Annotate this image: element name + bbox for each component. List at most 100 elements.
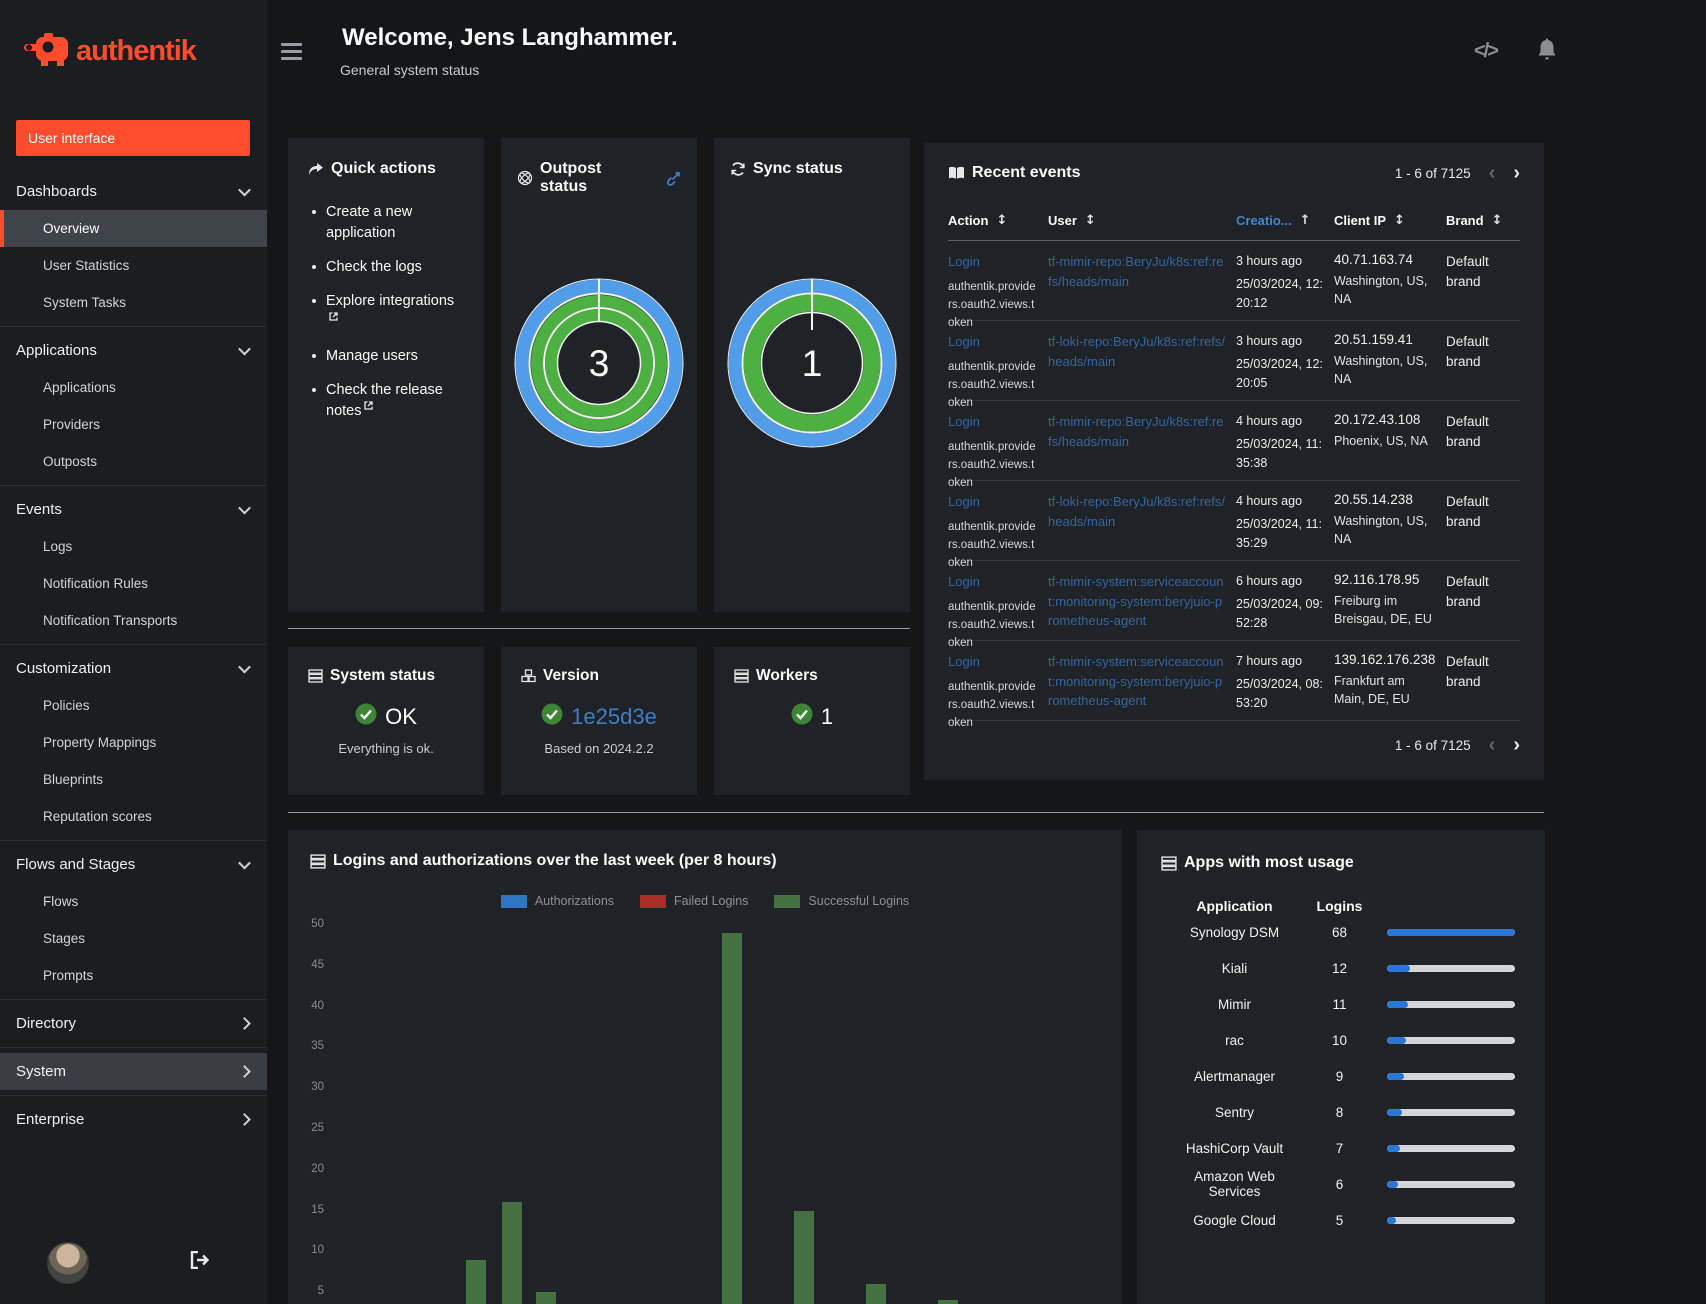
app-usage-row: Alertmanager 9 — [1161, 1058, 1521, 1094]
notifications-bell-icon[interactable] — [1536, 38, 1558, 67]
apps-table-body: Synology DSM 68 Kiali 12 Mimir 11 rac 10 Alertma… — [1161, 914, 1521, 1238]
event-user-link[interactable]: tf-mimir-system:serviceaccount:monitorin… — [1048, 574, 1224, 628]
column-header-creation[interactable]: Creatio... ↑ — [1236, 213, 1334, 228]
event-action-context: authentik.providers.oauth2.views.token — [948, 600, 1036, 650]
event-user-link[interactable]: tf-loki-repo:BeryJu/k8s:ref:refs/heads/m… — [1048, 334, 1225, 369]
workers-value: 1 — [820, 704, 834, 729]
event-row: Login authentik.providers.oauth2.views.to… — [948, 401, 1520, 489]
sync-status-card: Sync status 1 — [714, 138, 910, 612]
y-axis-tick: 15 — [311, 1203, 324, 1216]
workers-title: Workers — [756, 667, 818, 684]
event-action-link[interactable]: Login — [948, 414, 980, 429]
nav-header-events[interactable]: Events — [0, 491, 267, 528]
app-usage-progress-fill — [1387, 1000, 1408, 1008]
event-row: Login authentik.providers.oauth2.views.to… — [948, 641, 1520, 729]
sidebar-item-system-tasks[interactable]: System Tasks — [0, 284, 267, 321]
nav-section-system: System — [0, 1048, 267, 1096]
sidebar-item-policies[interactable]: Policies — [0, 687, 267, 724]
prev-page-icon[interactable]: ‹ — [1489, 735, 1496, 755]
chevron-down-icon — [238, 856, 251, 870]
event-action-cell: Login authentik.providers.oauth2.views.to… — [948, 492, 1048, 573]
sidebar-item-notification-rules[interactable]: Notification Rules — [0, 565, 267, 602]
sidebar-item-blueprints[interactable]: Blueprints — [0, 761, 267, 798]
nav-header-enterprise[interactable]: Enterprise — [0, 1101, 267, 1138]
event-user-link[interactable]: tf-mimir-repo:BeryJu/k8s:ref:refs/heads/… — [1048, 414, 1224, 449]
sidebar-item-flows[interactable]: Flows — [0, 883, 267, 920]
version-card: Version 1e25d3e Based on 2024.2.2 — [501, 647, 697, 795]
app-usage-progress-fill — [1387, 1072, 1404, 1080]
next-page-icon[interactable]: › — [1513, 735, 1520, 755]
link-icon[interactable] — [666, 171, 681, 186]
api-code-icon[interactable]: </> — [1474, 40, 1499, 63]
sidebar-item-applications[interactable]: Applications — [0, 369, 267, 406]
manage-users-link[interactable]: Manage users — [326, 348, 418, 364]
event-action-context: authentik.providers.oauth2.views.token — [948, 360, 1036, 410]
next-page-icon[interactable]: › — [1513, 163, 1520, 183]
authentik-logo[interactable]: authentik — [24, 26, 244, 76]
sidebar-item-property-mappings[interactable]: Property Mappings — [0, 724, 267, 761]
create-application-link[interactable]: Create a new application — [326, 204, 412, 241]
app-logins-count: 12 — [1331, 960, 1348, 976]
sidebar-item-logs[interactable]: Logs — [0, 528, 267, 565]
check-logs-link[interactable]: Check the logs — [326, 259, 422, 275]
logout-icon[interactable] — [190, 1250, 210, 1274]
app-usage-progress-fill — [1387, 1108, 1403, 1116]
list-item: Check the release notes — [308, 380, 464, 422]
column-header-action[interactable]: Action ↕ — [948, 213, 1048, 228]
app-name: rac — [1225, 1032, 1244, 1048]
sidebar-item-outposts[interactable]: Outposts — [0, 443, 267, 480]
event-user-link[interactable]: tf-loki-repo:BeryJu/k8s:ref:refs/heads/m… — [1048, 494, 1225, 529]
app-usage-progressbar — [1387, 1036, 1515, 1044]
nav-header-system[interactable]: System — [0, 1053, 267, 1090]
sidebar-item-reputation-scores[interactable]: Reputation scores — [0, 798, 267, 835]
nav-header-applications[interactable]: Applications — [0, 332, 267, 369]
app-usage-row: Amazon Web Services 6 — [1161, 1166, 1521, 1202]
authentik-logo-icon — [24, 33, 68, 66]
hamburger-menu-icon[interactable] — [281, 43, 302, 60]
y-axis-tick: 30 — [311, 1081, 324, 1094]
nav-header-dashboards[interactable]: Dashboards — [0, 173, 267, 210]
y-axis-tick: 10 — [311, 1244, 324, 1257]
event-action-cell: Login authentik.providers.oauth2.views.to… — [948, 572, 1048, 653]
prev-page-icon[interactable]: ‹ — [1489, 163, 1496, 183]
avatar[interactable] — [47, 1242, 89, 1284]
sidebar-item-notification-transports[interactable]: Notification Transports — [0, 602, 267, 639]
sidebar-item-prompts[interactable]: Prompts — [0, 957, 267, 994]
event-action-link[interactable]: Login — [948, 254, 980, 269]
event-action-link[interactable]: Login — [948, 654, 980, 669]
event-action-link[interactable]: Login — [948, 574, 980, 589]
sidebar-item-user-statistics[interactable]: User Statistics — [0, 247, 267, 284]
event-action-link[interactable]: Login — [948, 334, 980, 349]
column-header-user[interactable]: User ↕ — [1048, 213, 1236, 228]
sidebar-item-stages[interactable]: Stages — [0, 920, 267, 957]
release-notes-link[interactable]: Check the release notes — [326, 382, 443, 419]
app-usage-progressbar — [1387, 1072, 1515, 1080]
event-user-link[interactable]: tf-mimir-system:serviceaccount:monitorin… — [1048, 654, 1224, 708]
column-header-brand[interactable]: Brand ↕ — [1446, 213, 1520, 228]
version-link[interactable]: 1e25d3e — [571, 704, 657, 730]
user-interface-button[interactable]: User interface — [16, 120, 250, 156]
event-client-ip-cell: 40.71.163.74 Washington, US, NA — [1334, 252, 1428, 307]
column-header-client-ip[interactable]: Client IP ↕ — [1334, 213, 1446, 228]
nav-header-customization[interactable]: Customization — [0, 650, 267, 687]
quick-actions-card: Quick actions Create a new application C… — [288, 138, 484, 612]
explore-integrations-link[interactable]: Explore integrations — [326, 293, 454, 330]
chevron-right-icon — [238, 1113, 251, 1126]
y-axis-tick: 5 — [317, 1285, 324, 1298]
app-usage-progressbar — [1387, 928, 1515, 936]
sidebar-item-providers[interactable]: Providers — [0, 406, 267, 443]
server-icon — [308, 669, 323, 683]
sync-status-donut: 1 — [727, 278, 897, 453]
app-usage-progressbar — [1387, 1216, 1515, 1224]
system-status-note: Everything is ok. — [338, 741, 434, 756]
nav-header-flows-and-stages[interactable]: Flows and Stages — [0, 846, 267, 883]
event-action-context: authentik.providers.oauth2.views.token — [948, 680, 1036, 730]
nav-header-directory[interactable]: Directory — [0, 1005, 267, 1042]
list-item: Check the logs — [308, 257, 464, 278]
event-user-link[interactable]: tf-mimir-repo:BeryJu/k8s:ref:refs/heads/… — [1048, 254, 1224, 289]
system-status-card: System status OK Everything is ok. — [288, 647, 484, 795]
event-action-cell: Login authentik.providers.oauth2.views.to… — [948, 252, 1048, 333]
sort-icon: ↕ — [1491, 213, 1503, 228]
event-action-link[interactable]: Login — [948, 494, 980, 509]
sidebar-item-overview[interactable]: Overview — [0, 210, 267, 247]
